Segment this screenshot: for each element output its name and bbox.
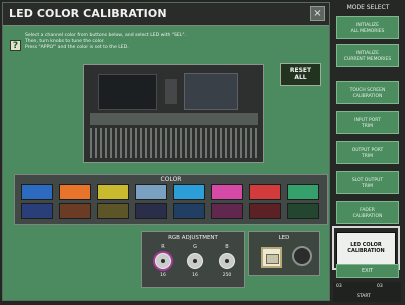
main-panel: LED COLOR CALIBRATION × ? Select a chann… — [2, 2, 330, 301]
color-swatch[interactable] — [97, 203, 129, 219]
input-port-trim-button[interactable]: INPUT PORT TRIM — [336, 111, 399, 134]
calibration-app: LED COLOR CALIBRATION × ? Select a chann… — [0, 0, 405, 305]
color-label: COLOR — [160, 176, 182, 183]
color-swatch[interactable] — [287, 184, 319, 200]
title-bar: LED COLOR CALIBRATION × — [3, 3, 329, 26]
mode-select-title: MODE SELECT — [346, 4, 390, 11]
color-swatch[interactable] — [135, 184, 167, 200]
footer-left-value: 03 — [336, 284, 342, 289]
help-icon[interactable]: ? — [10, 40, 21, 51]
footer-right-value: 03 — [377, 284, 383, 289]
led-lamp-window — [266, 254, 279, 264]
color-swatch[interactable] — [211, 203, 243, 219]
close-button[interactable]: × — [310, 6, 325, 21]
led-knob[interactable] — [292, 246, 312, 266]
console-faders — [90, 128, 258, 158]
r-knob[interactable] — [155, 253, 171, 269]
b-label: B — [225, 244, 229, 250]
led-panel: LED — [248, 231, 320, 276]
initialize-all-memories-button[interactable]: INITIALIZE ALL MEMORIES — [336, 16, 399, 39]
r-label: R — [161, 244, 165, 250]
console-touchscreen — [184, 73, 238, 110]
color-swatch[interactable] — [97, 184, 129, 200]
color-swatch[interactable] — [211, 184, 243, 200]
led-lamp-icon[interactable] — [261, 247, 282, 268]
exit-button[interactable]: EXIT — [336, 264, 399, 278]
g-value: 16 — [192, 273, 198, 278]
console-image — [83, 64, 264, 163]
touch-screen-calibration-button[interactable]: TOUCH SCREEN CALIBRATION — [336, 81, 399, 104]
color-swatch[interactable] — [59, 184, 91, 200]
reset-all-button[interactable]: RESET ALL — [280, 63, 321, 86]
instruction-line-2: Then, turn knobs to tune the color. — [25, 39, 105, 44]
color-swatch[interactable] — [287, 203, 319, 219]
output-port-trim-button[interactable]: OUTPUT PORT TRIM — [336, 141, 399, 164]
console-channel-strip — [90, 113, 258, 125]
page-title: LED COLOR CALIBRATION — [9, 7, 167, 20]
color-swatch[interactable] — [173, 184, 205, 200]
instruction-line-1: Select a channel color from buttons belo… — [25, 33, 186, 38]
color-swatch[interactable] — [249, 184, 281, 200]
instruction-line-3: Press "APPLY" and the color is set to th… — [25, 45, 129, 50]
sidebar-footer: 03 03 START — [333, 282, 401, 302]
rgb-adjustment-title: RGB ADJUSTMENT — [168, 235, 218, 241]
console-knobs — [165, 79, 177, 104]
g-knob[interactable] — [187, 253, 203, 269]
color-swatch[interactable] — [173, 203, 205, 219]
r-value: 16 — [160, 273, 166, 278]
fader-calibration-button[interactable]: FADER CALIBRATION — [336, 201, 399, 224]
led-title: LED — [278, 235, 290, 241]
b-value: 250 — [222, 273, 232, 278]
color-swatch[interactable] — [135, 203, 167, 219]
g-label: G — [193, 244, 197, 250]
rgb-adjustment-panel: RGB ADJUSTMENT R G B 16 16 250 — [141, 231, 245, 288]
led-color-calibration-button[interactable]: LED COLOR CALIBRATION — [336, 232, 396, 266]
color-swatch[interactable] — [249, 203, 281, 219]
console-screen — [98, 74, 157, 110]
color-panel: COLOR — [14, 174, 328, 225]
initialize-current-memories-button[interactable]: INITIALIZE CURRENT MEMORIES — [336, 44, 399, 67]
color-swatch[interactable] — [59, 203, 91, 219]
footer-start-label: START — [357, 294, 371, 299]
color-swatch[interactable] — [21, 203, 53, 219]
slot-output-trim-button[interactable]: SLOT OUTPUT TRIM — [336, 171, 399, 194]
b-knob[interactable] — [219, 253, 235, 269]
color-swatch[interactable] — [21, 184, 53, 200]
